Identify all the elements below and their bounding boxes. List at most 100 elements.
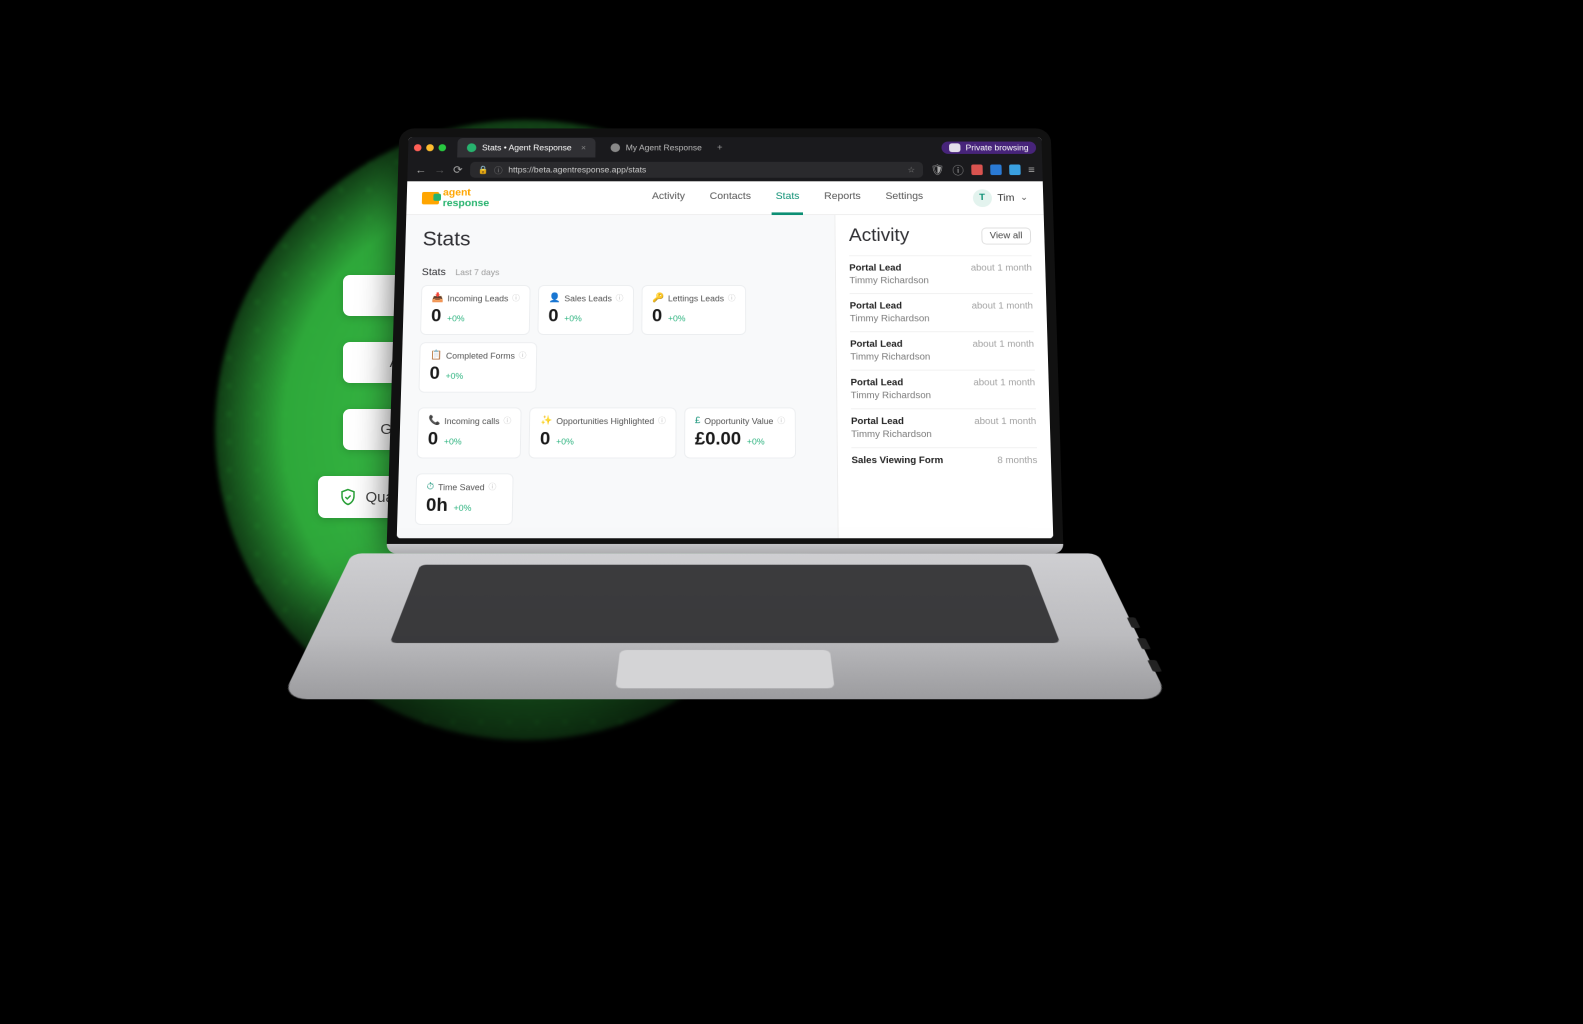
laptop-ports <box>1127 617 1162 671</box>
card-change: +0% <box>556 437 574 446</box>
inbox-icon: 📥 <box>431 293 443 303</box>
nav-reload-icon[interactable]: ⟳ <box>453 164 463 176</box>
browser-tab-active[interactable]: Stats • Agent Response × <box>457 138 595 157</box>
extension-icon[interactable] <box>971 164 983 175</box>
card-incoming-leads: 📥 Incoming Leads ⓘ 0 +0% <box>420 285 531 335</box>
nav-settings[interactable]: Settings <box>881 181 927 215</box>
card-opps-highlighted: ✨ Opportunities Highlighted ⓘ 0 +0% <box>529 407 677 458</box>
stat-cards-row-1: 📥 Incoming Leads ⓘ 0 +0% <box>418 285 818 393</box>
user-icon: 👤 <box>549 293 561 303</box>
view-all-button[interactable]: View all <box>981 228 1031 245</box>
extension-icon[interactable] <box>990 164 1002 175</box>
activity-item[interactable]: Portal Lead about 1 month Timmy Richards… <box>851 408 1037 447</box>
nav-contacts[interactable]: Contacts <box>706 181 755 215</box>
info-icon[interactable]: ⓘ <box>488 482 496 492</box>
logo-text-1: agent <box>443 187 490 198</box>
activity-time: about 1 month <box>973 378 1035 388</box>
browser-tab[interactable]: My Agent Response <box>601 138 711 157</box>
card-title: Opportunities Highlighted <box>556 416 654 425</box>
card-value: 0 <box>428 430 439 450</box>
card-sales-leads: 👤 Sales Leads ⓘ 0 +0% <box>537 285 634 335</box>
card-title: Incoming calls <box>444 416 500 425</box>
bookmark-icon[interactable]: ☆ <box>907 165 915 175</box>
tab-favicon-icon <box>611 143 621 152</box>
activity-item[interactable]: Portal Lead about 1 month Timmy Richards… <box>849 255 1032 293</box>
browser-chrome: Stats • Agent Response × My Agent Respon… <box>407 137 1042 181</box>
info-icon[interactable]: ⓘ <box>728 293 736 303</box>
card-lettings-leads: 🔑 Lettings Leads ⓘ 0 +0% <box>641 285 746 335</box>
info-icon[interactable]: ⓘ <box>519 350 527 360</box>
key-icon: 🔑 <box>652 293 664 303</box>
user-menu[interactable]: T Tim ⌄ <box>972 189 1028 207</box>
window-minimize-icon[interactable] <box>426 144 434 151</box>
activity-item[interactable]: Portal Lead about 1 month Timmy Richards… <box>850 370 1035 409</box>
nav-reports[interactable]: Reports <box>820 181 865 215</box>
activity-item[interactable]: Portal Lead about 1 month Timmy Richards… <box>850 331 1035 369</box>
tab-label: My Agent Response <box>626 143 702 152</box>
app-header: agent response Activity Contacts Stats R… <box>406 181 1043 215</box>
window-controls[interactable] <box>414 144 446 151</box>
nav-forward-icon[interactable]: → <box>434 164 446 176</box>
extension-icon[interactable] <box>1009 164 1021 175</box>
activity-name: Timmy Richardson <box>850 352 1034 362</box>
clipboard-icon: 📋 <box>430 350 442 360</box>
url-bar[interactable]: 🔒 ⓘ https://beta.agentresponse.app/stats… <box>470 162 923 178</box>
card-title: Time Saved <box>438 482 485 491</box>
phone-icon: 📞 <box>428 416 440 426</box>
window-close-icon[interactable] <box>414 144 422 151</box>
private-browsing-label: Private browsing <box>965 143 1028 152</box>
card-title: Lettings Leads <box>668 294 724 303</box>
stats-range[interactable]: Last 7 days <box>455 268 499 277</box>
activity-header: Activity View all <box>849 226 1031 247</box>
info-icon[interactable]: ⓘ <box>952 162 964 177</box>
activity-item[interactable]: Sales Viewing Form 8 months <box>851 447 1037 476</box>
private-browsing-badge: Private browsing <box>942 142 1036 154</box>
activity-name: Timmy Richardson <box>851 391 1036 401</box>
stats-section-label: Stats <box>422 267 446 278</box>
info-icon[interactable]: ⓘ <box>777 416 785 426</box>
main-nav: Activity Contacts Stats Reports Settings <box>648 181 927 215</box>
activity-name: Timmy Richardson <box>851 430 1037 440</box>
activity-type: Portal Lead <box>851 378 904 388</box>
avatar: T <box>972 189 991 207</box>
card-value: 0 <box>431 307 442 327</box>
activity-type: Portal Lead <box>850 301 902 311</box>
card-value: 0 <box>540 430 551 450</box>
nav-back-icon[interactable]: ← <box>415 164 427 176</box>
activity-name: Timmy Richardson <box>849 276 1032 286</box>
info-icon[interactable]: ⓘ <box>616 293 624 303</box>
lock-icon: 🔒 <box>478 165 489 175</box>
stat-cards-row-3: ⏱ Time Saved ⓘ 0h +0% <box>415 473 820 525</box>
site-info-icon[interactable]: ⓘ <box>494 164 503 175</box>
new-tab-button[interactable]: + <box>717 143 723 153</box>
activity-item[interactable]: Portal Lead about 1 month Timmy Richards… <box>850 293 1034 331</box>
activity-time: about 1 month <box>972 301 1034 311</box>
nav-stats[interactable]: Stats <box>772 181 804 215</box>
window-maximize-icon[interactable] <box>438 144 446 151</box>
info-icon[interactable]: ⓘ <box>658 416 666 426</box>
pound-icon: £ <box>695 416 700 426</box>
card-title: Opportunity Value <box>704 416 773 425</box>
info-icon[interactable]: ⓘ <box>512 293 520 303</box>
card-change: +0% <box>453 503 471 512</box>
activity-time: about 1 month <box>971 263 1032 273</box>
shield-icon[interactable]: 🛡 <box>930 164 945 176</box>
menu-icon[interactable]: ≡ <box>1028 164 1035 176</box>
user-name: Tim <box>997 192 1014 203</box>
card-change: +0% <box>444 437 462 446</box>
stats-section-header: Stats Last 7 days <box>422 267 818 278</box>
logo-mark-icon <box>422 191 439 203</box>
nav-activity[interactable]: Activity <box>648 181 689 215</box>
page-title: Stats <box>422 228 817 251</box>
laptop-mockup: Stats • Agent Response × My Agent Respon… <box>380 128 1070 766</box>
activity-type: Portal Lead <box>851 417 904 427</box>
url-row: ← → ⟳ 🔒 ⓘ https://beta.agentresponse.app… <box>407 158 1042 181</box>
chevron-down-icon: ⌄ <box>1020 193 1028 203</box>
tab-close-icon[interactable]: × <box>581 143 586 152</box>
card-completed-forms: 📋 Completed Forms ⓘ 0 +0% <box>418 342 537 392</box>
logo[interactable]: agent response <box>422 187 490 208</box>
card-title: Incoming Leads <box>447 294 508 303</box>
info-icon[interactable]: ⓘ <box>503 416 511 426</box>
card-change: +0% <box>747 437 765 446</box>
activity-time: about 1 month <box>974 417 1036 427</box>
